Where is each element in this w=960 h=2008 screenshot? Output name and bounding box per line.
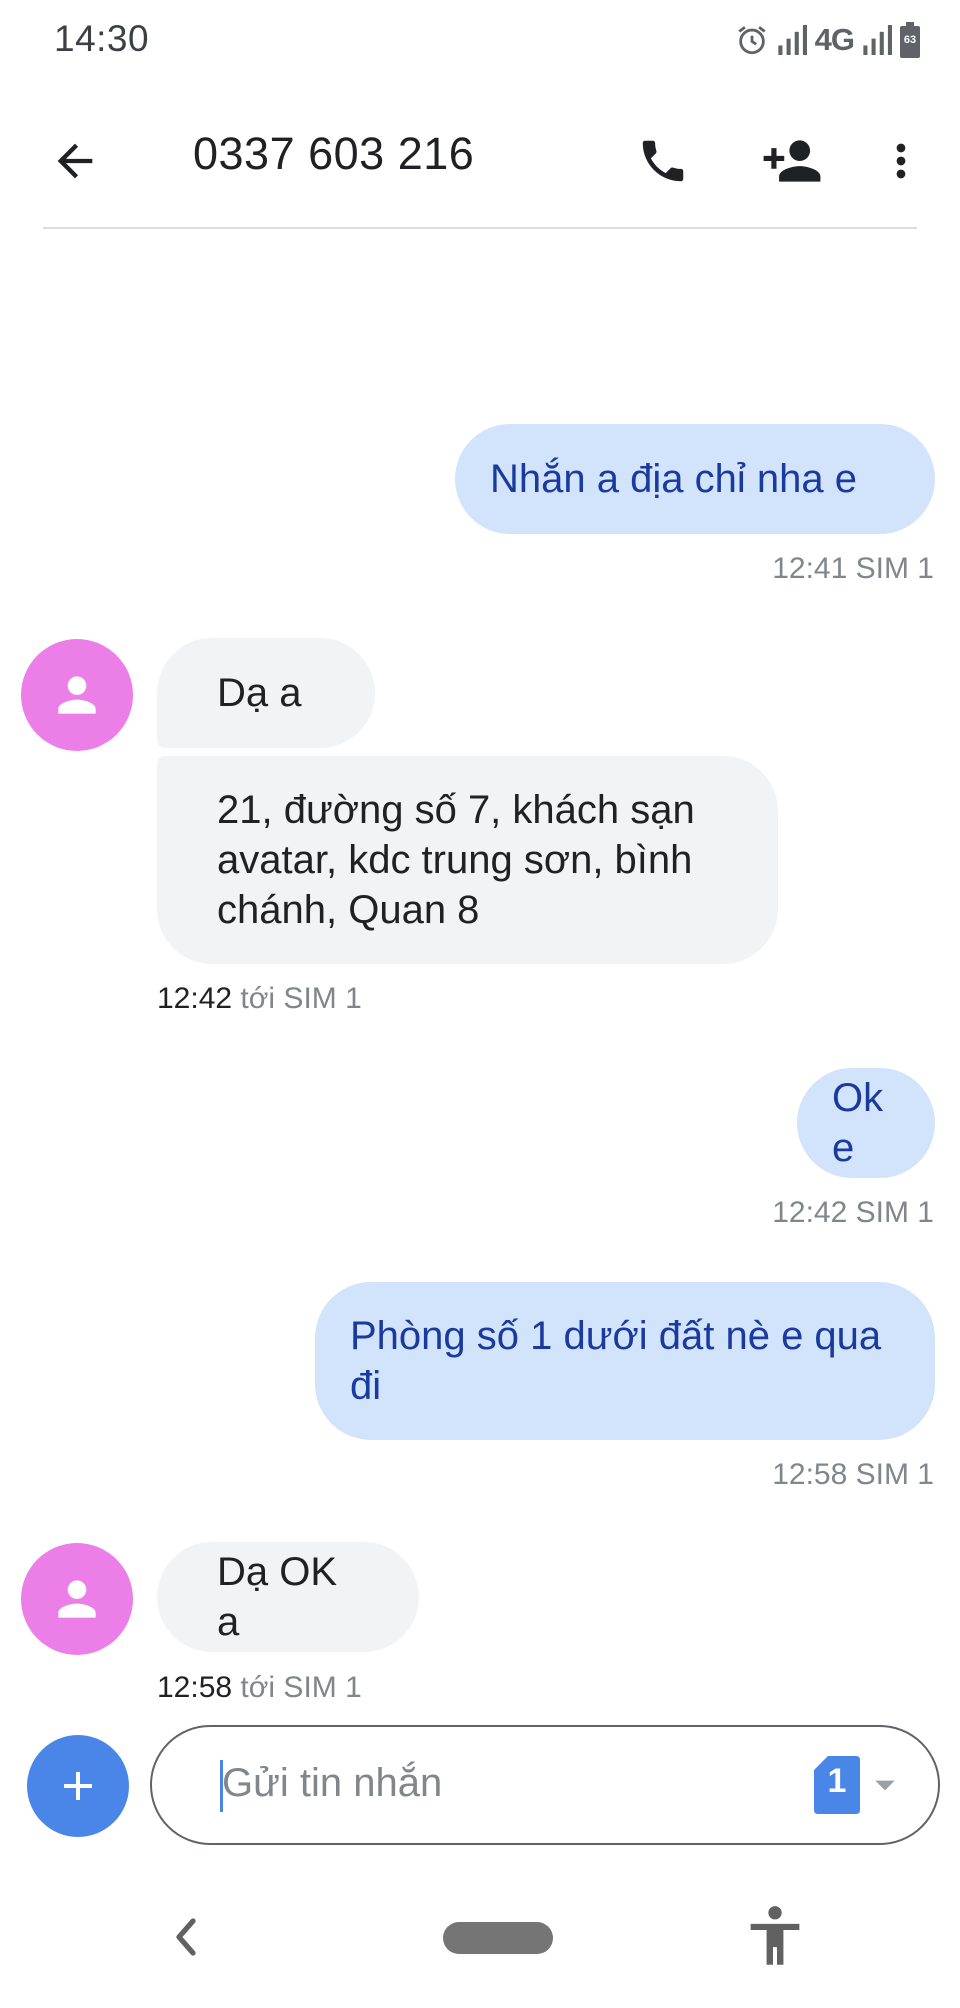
battery-level: 63 — [903, 34, 917, 46]
outgoing-message-bubble[interactable]: Nhắn a địa chỉ nha e — [455, 424, 935, 534]
contact-avatar[interactable] — [21, 639, 133, 751]
conversation-title: 0337 603 216 — [193, 128, 475, 179]
incoming-message-bubble[interactable]: Dạ OK a — [157, 1542, 419, 1652]
message-text: 21, đường số 7, khách sạn avatar, kdc tr… — [217, 788, 695, 932]
more-options-button[interactable] — [864, 124, 938, 198]
contact-avatar[interactable] — [21, 1543, 133, 1655]
sim-number: 1 — [827, 1762, 847, 1800]
message-list[interactable]: Nhắn a địa chỉ nha e 12:41 SIM 1 Dạ a 21… — [0, 230, 960, 1710]
message-timestamp: 12:42 SIM 1 — [772, 1196, 934, 1229]
message-input[interactable]: Gửi tin nhắn 1 — [150, 1725, 940, 1845]
accessibility-icon — [750, 1906, 800, 1965]
message-timestamp: 12:41 SIM 1 — [772, 552, 934, 585]
status-icons: 4G 63 — [735, 20, 920, 60]
phone-icon — [642, 140, 684, 182]
message-timestamp: 12:42 tới SIM 1 — [157, 982, 362, 1015]
message-input-placeholder: Gửi tin nhắn — [222, 1761, 443, 1805]
status-time: 14:30 — [54, 18, 150, 59]
battery-icon: 63 — [900, 22, 920, 58]
status-bar: 14:30 4G 63 — [0, 0, 960, 80]
sim-card-icon: 1 — [814, 1756, 860, 1814]
accessibility-button[interactable] — [748, 1903, 802, 1969]
person-icon — [58, 676, 96, 714]
attach-button[interactable] — [27, 1735, 129, 1837]
nav-back-button[interactable] — [160, 1907, 210, 1967]
system-nav-bar — [0, 1885, 960, 2008]
app-bar: 0337 603 216 — [0, 80, 960, 230]
incoming-message-bubble[interactable]: 21, đường số 7, khách sạn avatar, kdc tr… — [157, 756, 778, 964]
sim-selector[interactable]: 1 — [814, 1755, 924, 1815]
outgoing-message-bubble[interactable]: Ok e — [797, 1068, 935, 1178]
message-text: Ok e — [832, 1076, 884, 1170]
plus-icon — [64, 1772, 92, 1800]
message-text: Phòng số 1 dưới đất nè e qua đi — [350, 1314, 882, 1408]
add-contact-button[interactable] — [752, 124, 832, 198]
message-timestamp: 12:58 SIM 1 — [772, 1458, 934, 1491]
message-text: Nhắn a địa chỉ nha e — [490, 457, 857, 501]
message-timestamp: 12:58 tới SIM 1 — [157, 1671, 362, 1704]
call-button[interactable] — [626, 124, 700, 198]
more-vert-icon — [896, 143, 906, 179]
person-icon — [58, 1580, 96, 1618]
incoming-message-bubble[interactable]: Dạ a — [157, 638, 375, 748]
network-label: 4G — [814, 22, 855, 57]
back-button[interactable] — [38, 124, 112, 198]
chevron-left-icon — [176, 1918, 196, 1956]
outgoing-message-bubble[interactable]: Phòng số 1 dưới đất nè e qua đi — [315, 1282, 935, 1440]
person-add-icon — [763, 140, 821, 182]
signal-icon — [778, 25, 807, 55]
app-bar-divider — [43, 227, 917, 229]
alarm-icon — [738, 26, 766, 55]
nav-home-button[interactable] — [443, 1922, 553, 1954]
message-text: Dạ a — [217, 671, 302, 715]
message-text: Dạ OK a — [217, 1550, 338, 1644]
dropdown-arrow-icon — [875, 1780, 895, 1791]
arrow-back-icon — [57, 143, 93, 179]
signal-icon — [863, 25, 892, 55]
